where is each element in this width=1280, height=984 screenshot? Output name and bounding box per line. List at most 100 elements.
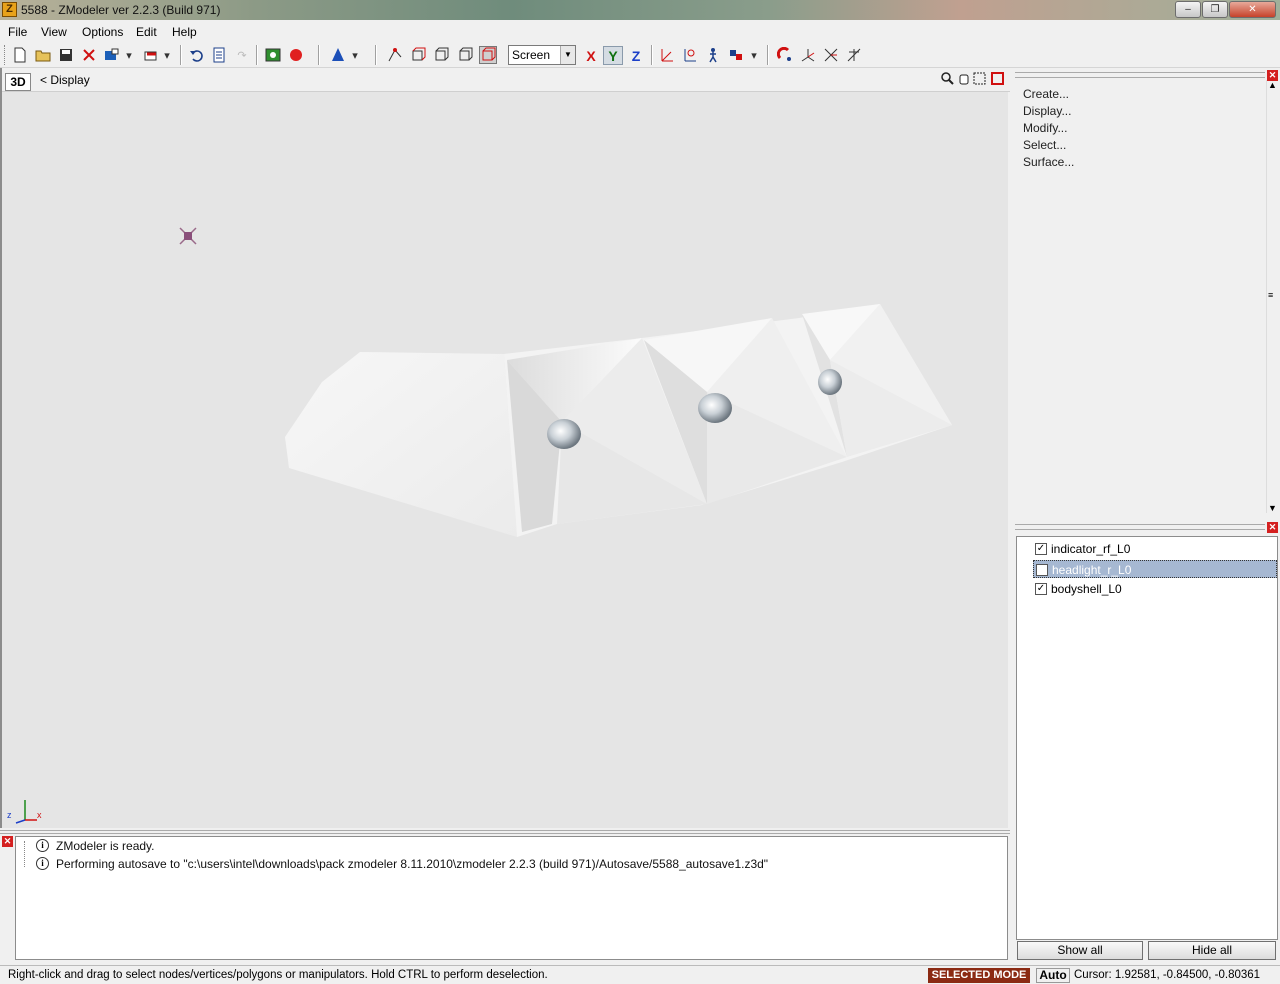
layer-item[interactable]: ✓ bodyshell_L0 (1033, 580, 1277, 598)
move-icon[interactable] (658, 46, 676, 64)
rotate-icon[interactable] (681, 46, 699, 64)
save-icon[interactable] (57, 46, 75, 64)
cmd-display[interactable]: Display... (1023, 104, 1071, 118)
show-all-button[interactable]: Show all (1017, 941, 1143, 960)
undo-icon[interactable] (187, 46, 205, 64)
selection-mode-badge[interactable]: SELECTED MODE (928, 968, 1030, 983)
layer-name: bodyshell_L0 (1051, 582, 1122, 596)
view-mode-value: Screen (512, 48, 551, 62)
export-dropdown-icon[interactable]: ▾ (162, 46, 172, 64)
maximize-button[interactable]: ❐ (1202, 1, 1228, 18)
bodyshell-mesh[interactable] (285, 304, 952, 537)
scroll-up-icon[interactable]: ▲ (1268, 80, 1277, 90)
menu-edit[interactable]: Edit (136, 25, 157, 39)
toolbar-separator (651, 45, 653, 65)
panel-scrollbar[interactable]: ▲ ≡ ▼ (1266, 80, 1279, 513)
layer-name: indicator_rf_L0 (1051, 542, 1131, 556)
zoom-icon[interactable] (940, 72, 955, 87)
log-splitter[interactable] (0, 830, 1010, 834)
log-line: ZModeler is ready. (56, 839, 155, 853)
axis-y-toggle[interactable]: Y (603, 46, 623, 65)
axis-z-toggle[interactable]: Z (626, 46, 646, 65)
axis-gizmo (15, 800, 37, 824)
layer-name: headlight_r_L0 (1052, 563, 1132, 577)
toolbar-separator (318, 45, 320, 65)
select-box-icon[interactable] (479, 46, 497, 64)
panel-grip[interactable] (1015, 72, 1265, 78)
layer-checkbox[interactable]: ✓ (1035, 583, 1047, 595)
cmd-modify[interactable]: Modify... (1023, 121, 1067, 135)
axis-z-label: z (7, 810, 12, 820)
layers-tree: ✓ indicator_rf_L0 ✓ headlight_r_L0 ✓ bod… (1016, 536, 1278, 940)
viewport-header (0, 68, 1010, 92)
menu-file[interactable]: File (8, 25, 27, 39)
menu-view[interactable]: View (41, 25, 67, 39)
objects-icon[interactable] (329, 46, 347, 64)
status-bar: Right-click and drag to select nodes/ver… (0, 965, 1280, 984)
select-polygon-icon[interactable] (432, 46, 450, 64)
pan-hand-icon[interactable] (956, 72, 971, 87)
cmd-create[interactable]: Create... (1023, 87, 1069, 101)
menu-options[interactable]: Options (82, 25, 123, 39)
import-icon[interactable] (103, 46, 121, 64)
maximize-viewport-icon[interactable] (990, 72, 1005, 87)
scroll-down-icon[interactable]: ▼ (1268, 503, 1277, 513)
status-message: Right-click and drag to select nodes/ver… (8, 969, 548, 981)
chevron-down-icon[interactable]: ▼ (560, 46, 575, 64)
command-panel: ✕ ▲ ≡ ▼ (1013, 68, 1280, 515)
record-icon[interactable] (287, 46, 305, 64)
auto-toggle[interactable]: Auto (1036, 968, 1070, 983)
select-object-icon[interactable] (456, 46, 474, 64)
menu-bar: File View Options Edit Help (0, 20, 1280, 42)
toolbar-separator (180, 45, 182, 65)
delete-icon[interactable] (80, 46, 98, 64)
magnet-icon[interactable] (776, 46, 794, 64)
layer-item[interactable]: ✓ indicator_rf_L0 (1033, 540, 1277, 558)
zoom-extents-icon[interactable] (972, 72, 987, 87)
import-dropdown-icon[interactable]: ▾ (124, 46, 134, 64)
modifiers-icon[interactable] (727, 46, 745, 64)
viewport-3d-button[interactable]: 3D (5, 73, 31, 91)
hide-all-button[interactable]: Hide all (1148, 941, 1276, 960)
axis-world-icon[interactable] (822, 46, 840, 64)
toolbar-separator (375, 45, 377, 65)
cmd-select[interactable]: Select... (1023, 138, 1066, 152)
info-icon: i (36, 857, 49, 870)
axis-x-label: x (37, 810, 42, 820)
axis-screen-icon[interactable] (845, 46, 863, 64)
render-icon[interactable] (264, 46, 282, 64)
select-edge-icon[interactable] (409, 46, 427, 64)
window-title: 5588 - ZModeler ver 2.2.3 (Build 971) (21, 3, 221, 17)
pivot-marker[interactable] (179, 227, 197, 245)
layers-panel-grip[interactable] (1015, 524, 1265, 530)
minimize-button[interactable]: ‒ (1175, 1, 1201, 18)
layer-checkbox[interactable]: ✓ (1035, 543, 1047, 555)
new-file-icon[interactable] (11, 46, 29, 64)
info-icon: i (36, 839, 49, 852)
select-vertex-icon[interactable] (386, 46, 404, 64)
close-window-button[interactable]: ✕ (1229, 1, 1276, 18)
export-icon[interactable] (142, 46, 160, 64)
axis-local-icon[interactable] (799, 46, 817, 64)
open-folder-icon[interactable] (34, 46, 52, 64)
undo-list-icon[interactable] (210, 46, 228, 64)
view-mode-select[interactable]: Screen ▼ (508, 45, 576, 65)
objects-dropdown-icon[interactable]: ▾ (350, 46, 360, 64)
layer-item-selected[interactable]: ✓ headlight_r_L0 (1033, 560, 1277, 578)
menu-help[interactable]: Help (172, 25, 197, 39)
3d-viewport[interactable]: z x (2, 92, 1008, 828)
toolbar-grip[interactable] (4, 45, 7, 65)
redo-icon[interactable]: ↷ (233, 46, 251, 64)
app-logo-icon: Z (2, 2, 17, 17)
modifiers-dropdown-icon[interactable]: ▾ (749, 46, 759, 64)
cmd-surface[interactable]: Surface... (1023, 155, 1074, 169)
scroll-thumb[interactable]: ≡ (1268, 290, 1273, 300)
log-line: Performing autosave to "c:\users\intel\d… (56, 857, 769, 871)
breadcrumb[interactable]: < Display (40, 73, 90, 87)
close-layers-icon[interactable]: ✕ (1267, 522, 1278, 533)
axis-x-toggle[interactable]: X (581, 46, 601, 65)
walk-icon[interactable] (704, 46, 722, 64)
layer-checkbox[interactable]: ✓ (1036, 564, 1048, 576)
close-log-icon[interactable]: ✕ (2, 836, 13, 847)
cursor-coordinates: Cursor: 1.92581, -0.84500, -0.80361 (1074, 969, 1261, 981)
